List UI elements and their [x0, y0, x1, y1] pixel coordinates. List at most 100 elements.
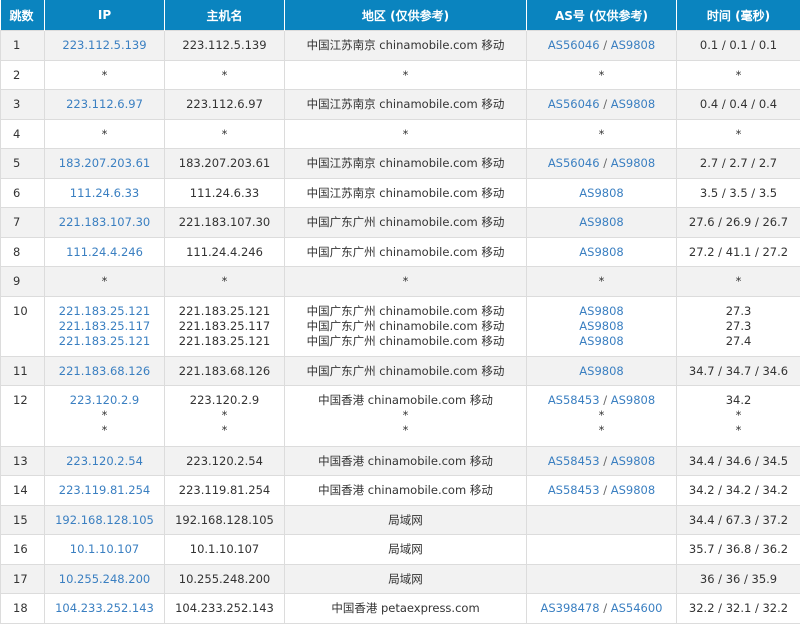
ip-link[interactable]: 10.1.10.107 [70, 542, 140, 556]
ip-link[interactable]: 111.24.6.33 [70, 186, 140, 200]
host-cell: 221.183.107.30 [164, 207, 285, 238]
as-link[interactable]: AS9808 [579, 304, 623, 318]
time-text: 34.4 / 34.6 / 34.5 [688, 453, 789, 468]
time-line: * [677, 127, 800, 142]
as-line: AS9808 [527, 334, 676, 349]
as-text: * [598, 126, 605, 141]
as-link[interactable]: AS58453 [548, 483, 600, 497]
as-line: AS9808 [527, 215, 676, 230]
ip-cell: * [44, 119, 165, 149]
region-cell: 中国江苏南京 chinamobile.com 移动 [284, 178, 527, 208]
ip-text: * [101, 126, 108, 141]
ip-cell: 104.233.252.143 [44, 593, 165, 624]
header-ip: IP [44, 0, 165, 31]
time-cell: * [676, 60, 800, 90]
as-link[interactable]: AS9808 [579, 245, 623, 259]
as-link[interactable]: AS9808 [579, 186, 623, 200]
time-cell: * [676, 119, 800, 149]
hop-cell: 6 [0, 178, 45, 208]
region-text: * [402, 67, 409, 82]
ip-line: 223.120.2.54 [45, 454, 164, 469]
as-link[interactable]: AS9808 [611, 483, 655, 497]
as-link[interactable]: AS9808 [611, 97, 655, 111]
region-text: 中国江苏南京 chinamobile.com 移动 [306, 156, 505, 170]
table-row: 1 223.112.5.139 223.112.5.139 中国江苏南京 chinam… [0, 30, 800, 61]
ip-link[interactable]: 192.168.128.105 [55, 513, 154, 527]
as-line: * [527, 127, 676, 142]
region-line: 中国香港 chinamobile.com 移动 [285, 483, 526, 498]
host-text: 221.183.107.30 [178, 215, 271, 229]
time-text: * [735, 67, 742, 82]
as-link[interactable]: AS56046 [548, 156, 600, 170]
host-line: * [165, 127, 284, 142]
as-line: AS56046 / AS9808 [527, 97, 676, 112]
host-cell: * [164, 266, 285, 297]
region-text: 中国广东广州 chinamobile.com 移动 [306, 244, 505, 259]
region-line: * [285, 127, 526, 142]
as-link[interactable]: AS9808 [611, 38, 655, 52]
as-link[interactable]: AS9808 [611, 454, 655, 468]
ip-link[interactable]: 104.233.252.143 [55, 601, 154, 615]
header-time: 时间 (毫秒) [676, 0, 800, 31]
time-cell: 27.2 / 41.1 / 27.2 [676, 237, 800, 267]
table-row: 13 223.120.2.54 223.120.2.54 中国香港 chinamobi… [0, 446, 800, 476]
ip-link[interactable]: 221.183.68.126 [59, 364, 150, 378]
ip-link[interactable]: 221.183.107.30 [59, 215, 150, 229]
as-link[interactable]: AS9808 [611, 156, 655, 170]
as-link[interactable]: AS9808 [579, 215, 623, 229]
ip-line: 183.207.203.61 [45, 156, 164, 171]
as-link[interactable]: AS9808 [579, 334, 623, 348]
ip-line: 221.183.107.30 [45, 215, 164, 230]
as-link[interactable]: AS9808 [611, 393, 655, 407]
as-link[interactable]: AS58453 [548, 454, 600, 468]
ip-link[interactable]: 111.24.4.246 [66, 245, 143, 259]
ip-cell: 223.112.6.97 [44, 89, 165, 120]
region-line: * [285, 423, 526, 438]
as-link[interactable]: AS56046 [548, 38, 600, 52]
ip-cell: 10.1.10.107 [44, 534, 165, 565]
as-link[interactable]: AS54600 [611, 601, 663, 615]
time-line: 36 / 36 / 35.9 [677, 572, 800, 587]
ip-link[interactable]: 223.119.81.254 [59, 483, 150, 497]
ip-link[interactable]: 223.120.2.54 [66, 454, 143, 468]
host-line: 223.119.81.254 [165, 483, 284, 498]
as-separator: / [599, 453, 611, 468]
as-link[interactable]: AS9808 [579, 319, 623, 333]
host-cell: 183.207.203.61 [164, 148, 285, 179]
host-text: * [221, 274, 228, 288]
region-line: 中国广东广州 chinamobile.com 移动 [285, 215, 526, 230]
as-link[interactable]: AS56046 [548, 97, 600, 111]
ip-link[interactable]: 183.207.203.61 [59, 156, 150, 170]
as-text: * [598, 408, 605, 422]
host-line: 223.112.5.139 [165, 38, 284, 53]
ip-text: * [101, 423, 108, 437]
host-text: 221.183.68.126 [178, 363, 271, 378]
host-text: 183.207.203.61 [178, 156, 271, 170]
ip-link[interactable]: 221.183.25.117 [59, 319, 150, 333]
time-text: 34.7 / 34.7 / 34.6 [688, 363, 789, 378]
as-link[interactable]: AS398478 [540, 601, 599, 615]
hop-cell: 2 [0, 60, 45, 90]
as-line: AS9808 [527, 304, 676, 319]
as-link[interactable]: AS9808 [579, 364, 623, 378]
ip-link[interactable]: 221.183.25.121 [59, 334, 150, 348]
host-line: 221.183.25.121 [165, 334, 284, 349]
ip-link[interactable]: 223.120.2.9 [70, 393, 140, 407]
as-line: AS56046 / AS9808 [527, 156, 676, 171]
host-cell: 223.112.6.97 [164, 89, 285, 120]
ip-link[interactable]: 223.112.6.97 [66, 97, 143, 111]
ip-line: 223.112.6.97 [45, 97, 164, 112]
hop-cell: 10 [0, 296, 45, 357]
as-link[interactable]: AS58453 [548, 393, 600, 407]
host-text: * [221, 67, 228, 82]
ip-link[interactable]: 221.183.25.121 [59, 304, 150, 318]
ip-link[interactable]: 223.112.5.139 [62, 38, 146, 52]
as-line: * [527, 274, 676, 289]
ip-link[interactable]: 10.255.248.200 [59, 572, 150, 586]
as-line: AS9808 [527, 186, 676, 201]
time-cell: 2.7 / 2.7 / 2.7 [676, 148, 800, 179]
time-text: 0.4 / 0.4 / 0.4 [699, 97, 778, 111]
header-hop: 跳数 [0, 0, 45, 31]
host-cell: 223.112.5.139 [164, 30, 285, 61]
region-text: 中国江苏南京 chinamobile.com 移动 [306, 185, 505, 200]
